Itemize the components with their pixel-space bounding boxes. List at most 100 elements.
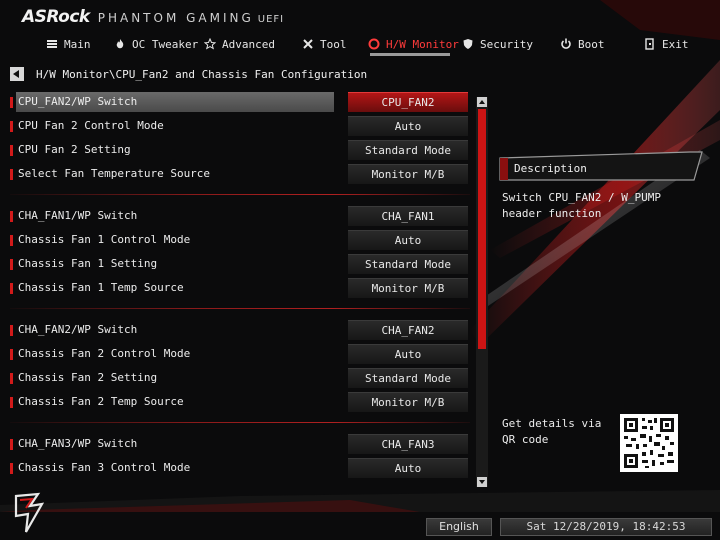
tab-security-label: Security <box>480 37 533 51</box>
brand-name: ASRock <box>22 7 90 27</box>
setting-row[interactable]: CPU_FAN2/WP Switch CPU_FAN2 <box>10 92 470 112</box>
setting-value-button[interactable]: Auto <box>348 344 468 364</box>
setting-value-button[interactable]: Standard Mode <box>348 140 468 160</box>
setting-label: CHA_FAN3/WP Switch <box>18 437 138 450</box>
description-title: Description <box>514 162 587 175</box>
tab-main-label: Main <box>64 37 91 51</box>
datetime-display: Sat 12/28/2019, 18:42:53 <box>500 518 712 536</box>
setting-label: Chassis Fan 1 Setting <box>18 257 158 270</box>
tab-main[interactable]: Main <box>46 34 91 54</box>
row-marker <box>10 349 13 360</box>
row-marker <box>10 373 13 384</box>
shield-icon <box>463 39 473 49</box>
setting-row[interactable]: Chassis Fan 3 Control Mode Auto <box>10 458 470 478</box>
flame-icon <box>116 39 124 49</box>
group-divider <box>10 308 470 309</box>
setting-value-button[interactable]: CHA_FAN3 <box>348 434 468 454</box>
setting-value-button[interactable]: Monitor M/B <box>348 392 468 412</box>
row-marker <box>10 121 13 132</box>
back-button[interactable] <box>10 67 24 81</box>
row-marker <box>10 439 13 450</box>
setting-value-button[interactable]: CPU_FAN2 <box>348 92 468 112</box>
scroll-down-arrow-icon[interactable] <box>477 477 487 487</box>
row-marker <box>10 169 13 180</box>
setting-value-button[interactable]: Monitor M/B <box>348 278 468 298</box>
setting-value-button[interactable]: Standard Mode <box>348 254 468 274</box>
setting-label: Chassis Fan 2 Temp Source <box>18 395 184 408</box>
setting-row[interactable]: CHA_FAN2/WP Switch CHA_FAN2 <box>10 320 470 340</box>
setting-value-button[interactable]: Auto <box>348 116 468 136</box>
brand-subtitle: PHANTOM GAMING <box>97 11 254 25</box>
row-marker <box>10 397 13 408</box>
tab-boot-label: Boot <box>578 37 605 51</box>
list-icon <box>47 40 57 48</box>
setting-label: Chassis Fan 3 Control Mode <box>18 461 191 474</box>
top-bar: ASRock PHANTOM GAMING UEFI Main OC Tweak… <box>0 0 720 60</box>
settings-list: CPU_FAN2/WP Switch CPU_FAN2 CPU Fan 2 Co… <box>0 90 480 490</box>
setting-label: CPU_FAN2/WP Switch <box>18 95 138 108</box>
star-icon <box>204 38 216 50</box>
setting-value-button[interactable]: Auto <box>348 230 468 250</box>
tab-hw-monitor[interactable]: H/W Monitor <box>368 34 459 54</box>
scrollbar[interactable] <box>476 97 488 487</box>
scrollbar-thumb[interactable] <box>478 109 486 349</box>
setting-label: CPU Fan 2 Setting <box>18 143 131 156</box>
tab-oc-tweaker-label: OC Tweaker <box>132 37 199 51</box>
monitor-icon <box>368 38 380 50</box>
row-marker <box>10 235 13 246</box>
tab-tool-label: Tool <box>320 37 347 51</box>
exit-icon <box>645 38 654 50</box>
tab-advanced-label: Advanced <box>222 37 275 51</box>
setting-value-button[interactable]: CHA_FAN2 <box>348 320 468 340</box>
row-marker <box>10 259 13 270</box>
active-tab-indicator <box>370 53 450 56</box>
setting-row[interactable]: CHA_FAN3/WP Switch CHA_FAN3 <box>10 434 470 454</box>
brand-uefi: UEFI <box>257 14 285 25</box>
setting-row[interactable]: Chassis Fan 2 Setting Standard Mode <box>10 368 470 388</box>
tab-advanced[interactable]: Advanced <box>204 34 275 54</box>
row-marker <box>10 325 13 336</box>
setting-label: Chassis Fan 2 Control Mode <box>18 347 191 360</box>
setting-row[interactable]: CPU Fan 2 Control Mode Auto <box>10 116 470 136</box>
setting-value-button[interactable]: CHA_FAN1 <box>348 206 468 226</box>
phantom-gaming-logo-icon <box>14 492 45 533</box>
setting-row[interactable]: CPU Fan 2 Setting Standard Mode <box>10 140 470 160</box>
language-button[interactable]: English <box>426 518 492 536</box>
power-icon <box>561 38 571 49</box>
brand-logo: ASRock PHANTOM GAMING UEFI <box>22 7 284 27</box>
qr-caption: Get details via QR code <box>502 417 602 446</box>
setting-label: CHA_FAN2/WP Switch <box>18 323 138 336</box>
tab-security[interactable]: Security <box>462 34 533 54</box>
setting-label: CHA_FAN1/WP Switch <box>18 209 138 222</box>
scroll-up-arrow-icon[interactable] <box>477 97 487 107</box>
breadcrumb: H/W Monitor\CPU_Fan2 and Chassis Fan Con… <box>10 66 367 82</box>
setting-row[interactable]: Chassis Fan 1 Setting Standard Mode <box>10 254 470 274</box>
setting-label: Chassis Fan 1 Control Mode <box>18 233 191 246</box>
setting-value-button[interactable]: Auto <box>348 458 468 478</box>
tools-icon <box>303 39 313 49</box>
tab-oc-tweaker[interactable]: OC Tweaker <box>114 34 198 54</box>
setting-row[interactable]: Chassis Fan 1 Control Mode Auto <box>10 230 470 250</box>
tab-boot[interactable]: Boot <box>560 34 605 54</box>
qr-code-icon <box>620 414 678 472</box>
setting-row[interactable]: CHA_FAN1/WP Switch CHA_FAN1 <box>10 206 470 226</box>
setting-label: Chassis Fan 2 Setting <box>18 371 158 384</box>
breadcrumb-text: H/W Monitor\CPU_Fan2 and Chassis Fan Con… <box>36 67 368 81</box>
row-marker <box>10 211 13 222</box>
main-nav: Main OC Tweaker Advanced Tool H/W Monito… <box>0 34 720 54</box>
setting-label: Select Fan Temperature Source <box>18 167 211 180</box>
tab-exit[interactable]: Exit <box>644 34 689 54</box>
description-text: Switch CPU_FAN2 / W_PUMP header function <box>502 191 661 220</box>
group-divider <box>10 194 470 195</box>
setting-row[interactable]: Chassis Fan 2 Temp Source Monitor M/B <box>10 392 470 412</box>
setting-row[interactable]: Select Fan Temperature Source Monitor M/… <box>10 164 470 184</box>
tab-hw-monitor-label: H/W Monitor <box>386 37 459 51</box>
row-marker <box>10 463 13 474</box>
setting-value-button[interactable]: Monitor M/B <box>348 164 468 184</box>
row-marker <box>10 283 13 294</box>
setting-row[interactable]: Chassis Fan 2 Control Mode Auto <box>10 344 470 364</box>
row-marker <box>10 145 13 156</box>
tab-tool[interactable]: Tool <box>302 34 347 54</box>
setting-value-button[interactable]: Standard Mode <box>348 368 468 388</box>
setting-row[interactable]: Chassis Fan 1 Temp Source Monitor M/B <box>10 278 470 298</box>
